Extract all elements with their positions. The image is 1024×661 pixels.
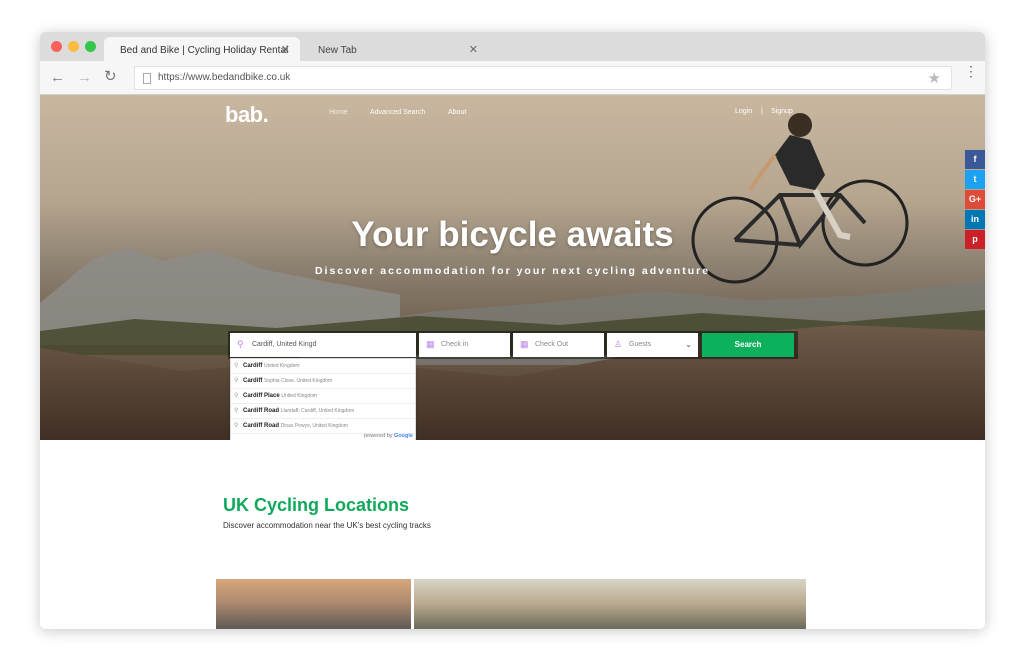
url-input[interactable]: https://www.bedandbike.co.uk ★ <box>134 66 952 90</box>
site-logo[interactable]: bab. <box>225 102 269 128</box>
tab-label: New Tab <box>318 45 357 56</box>
autocomplete-item[interactable]: ⚲ Cardiff Sophia Close, United Kingdom <box>231 374 415 389</box>
tab-label: Bed and Bike | Cycling Holiday Rental <box>120 45 289 56</box>
tab-bed-and-bike[interactable]: Bed and Bike | Cycling Holiday Rental ✕ <box>104 37 300 61</box>
autocomplete-item[interactable]: ⚲ Cardiff Road Dinas Powys, United Kingd… <box>231 419 415 434</box>
section-title: UK Cycling Locations <box>223 495 410 515</box>
location-pin-icon: ⚲ <box>234 393 239 399</box>
address-bar: ← → ↻ https://www.bedandbike.co.uk ★ ⋮ <box>40 61 985 95</box>
section-subtitle: Discover accommodation near the UK's bes… <box>223 521 431 530</box>
chevron-down-icon: ⌄ <box>685 340 692 349</box>
search-bar: ⚲ Cardiff, United Kingd ▦ Check in ▦ Che… <box>228 331 798 359</box>
check-in-field[interactable]: ▦ Check in <box>419 333 510 357</box>
login-link[interactable]: Login <box>735 108 752 115</box>
check-out-field[interactable]: ▦ Check Out <box>513 333 604 357</box>
page-icon <box>143 73 151 84</box>
autocomplete-item[interactable]: ⚲ Cardiff Road Llandaff, Cardiff, United… <box>231 404 415 419</box>
location-autocomplete: ⚲ Cardiff United Kingdom ⚲ Cardiff Sophi… <box>230 358 416 440</box>
facebook-icon[interactable]: f <box>965 150 985 169</box>
nav-advanced-search[interactable]: Advanced Search <box>370 109 425 116</box>
maximize-window-button[interactable] <box>85 41 96 52</box>
forward-arrow-icon[interactable]: → <box>77 69 92 86</box>
auth-separator: | <box>761 108 763 115</box>
twitter-icon[interactable]: t <box>965 170 985 189</box>
close-window-button[interactable] <box>51 41 62 52</box>
browser-window: Bed and Bike | Cycling Holiday Rental ✕ … <box>40 32 985 629</box>
tab-bar: Bed and Bike | Cycling Holiday Rental ✕ … <box>40 32 985 61</box>
location-pin-icon: ⚲ <box>234 378 239 384</box>
close-tab-icon[interactable]: ✕ <box>281 43 290 56</box>
powered-by-google: powered by Google <box>364 433 413 439</box>
reload-icon[interactable]: ↻ <box>104 67 117 85</box>
search-button[interactable]: Search <box>702 333 794 357</box>
location-pin-icon: ⚲ <box>234 363 239 369</box>
user-icon: ♙ <box>614 339 623 349</box>
calendar-icon: ▦ <box>520 339 529 349</box>
back-arrow-icon[interactable]: ← <box>50 69 65 86</box>
location-pin-icon: ⚲ <box>234 423 239 429</box>
guests-select[interactable]: ♙ Guests ⌄ <box>607 333 698 357</box>
hero-banner: bab. Home Advanced Search About Login | … <box>40 95 985 440</box>
minimize-window-button[interactable] <box>68 41 79 52</box>
autocomplete-item[interactable]: ⚲ Cardiff Place United Kingdom <box>231 389 415 404</box>
web-page: bab. Home Advanced Search About Login | … <box>40 95 985 629</box>
bookmark-star-icon[interactable]: ★ <box>928 69 941 87</box>
close-tab-icon[interactable]: ✕ <box>469 43 478 56</box>
google-plus-icon[interactable]: G+ <box>965 190 985 209</box>
nav-home[interactable]: Home <box>329 109 348 116</box>
location-pin-icon: ⚲ <box>237 339 244 349</box>
hero-title: Your bicycle awaits <box>351 215 674 254</box>
autocomplete-item[interactable]: ⚲ Cardiff United Kingdom <box>231 359 415 374</box>
linkedin-icon[interactable]: in <box>965 210 985 229</box>
url-text: https://www.bedandbike.co.uk <box>158 72 291 83</box>
browser-menu-icon[interactable]: ⋮ <box>964 64 978 78</box>
hero-subtitle: Discover accommodation for your next cyc… <box>314 265 711 277</box>
location-card-image[interactable] <box>216 579 411 629</box>
signup-link[interactable]: Signup <box>771 108 793 115</box>
location-card-image[interactable] <box>414 579 806 629</box>
tab-new-tab[interactable]: New Tab ✕ <box>302 37 488 61</box>
location-input[interactable]: ⚲ Cardiff, United Kingd <box>230 333 416 357</box>
nav-about[interactable]: About <box>448 109 466 116</box>
calendar-icon: ▦ <box>426 339 435 349</box>
location-pin-icon: ⚲ <box>234 408 239 414</box>
pinterest-icon[interactable]: p <box>965 230 985 249</box>
